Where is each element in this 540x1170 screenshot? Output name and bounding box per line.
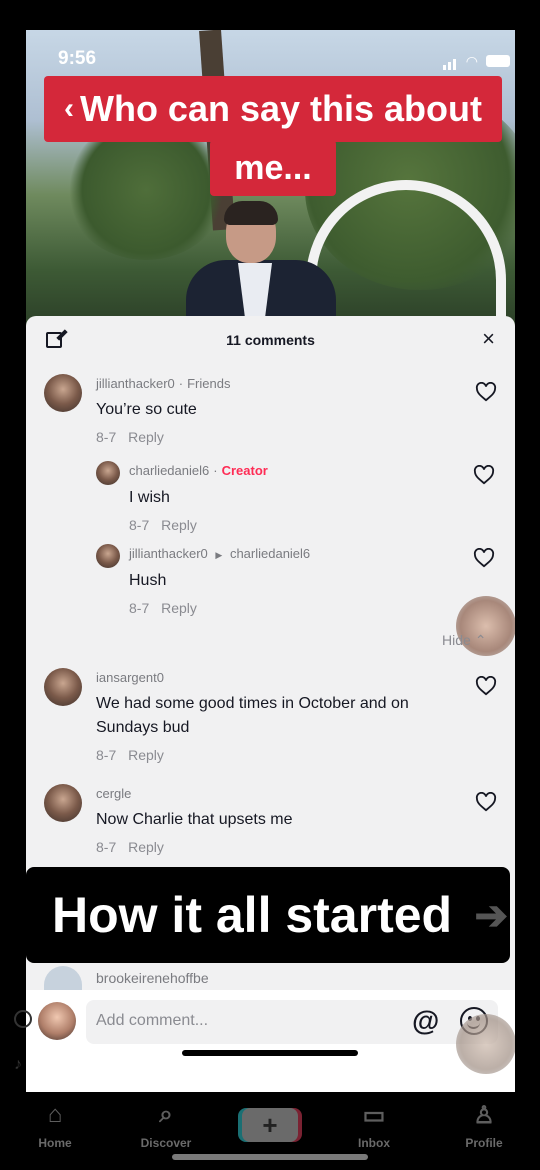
- close-icon[interactable]: ×: [482, 328, 495, 350]
- home-icon: ⌂: [47, 1101, 63, 1128]
- side-circle-icon: [14, 1010, 32, 1028]
- video-caption-line2: me...: [210, 140, 336, 196]
- avatar[interactable]: [96, 461, 120, 485]
- avatar[interactable]: [44, 668, 82, 706]
- search-icon: ⌕: [159, 1101, 173, 1128]
- comment-date: 8-7: [96, 429, 117, 445]
- comment-text: I wish: [129, 489, 170, 506]
- comment-username[interactable]: brookeirenehoffbe: [96, 970, 209, 986]
- video-caption-line1: ‹ Who can say this about: [44, 76, 502, 142]
- avatar[interactable]: [44, 966, 82, 990]
- comment-date: 8-7: [96, 747, 117, 763]
- nav-inbox[interactable]: ▭ Inbox: [334, 1100, 414, 1151]
- comments-sheet: 11 comments × jillianthacker0 · Friends Yo…: [26, 316, 515, 1092]
- bottom-nav: ⌂ Home ⌕ Discover + ▭ Inbox ♙ Profile: [0, 1092, 540, 1170]
- back-chevron-icon[interactable]: ‹: [64, 92, 74, 126]
- wifi-icon: ◠: [465, 52, 478, 69]
- reply-to-username[interactable]: charliedaniel6: [230, 546, 310, 561]
- creator-tag: Creator: [221, 463, 268, 478]
- edit-icon[interactable]: [46, 332, 62, 348]
- reply-button[interactable]: Reply: [161, 600, 197, 616]
- heart-icon[interactable]: [473, 464, 495, 485]
- nav-discover[interactable]: ⌕ Discover: [126, 1100, 206, 1150]
- heart-icon[interactable]: [475, 675, 497, 696]
- comment-text: You’re so cute: [96, 401, 197, 418]
- avatar[interactable]: [44, 374, 82, 412]
- chevron-up-icon: ⌃: [474, 632, 487, 648]
- video-overlay-banner: How it all started ➔: [26, 867, 510, 963]
- comment-username[interactable]: jillianthacker0: [96, 376, 175, 391]
- create-button[interactable]: +: [242, 1108, 298, 1142]
- avatar[interactable]: [44, 784, 82, 822]
- home-indicator: [182, 1050, 358, 1056]
- music-note-icon: ♪: [14, 1056, 22, 1073]
- hide-replies-button[interactable]: Hide ⌃: [442, 632, 486, 649]
- comment-date: 8-7: [96, 839, 117, 855]
- signal-icon: [442, 52, 458, 70]
- battery-icon: [486, 55, 510, 67]
- my-avatar: [38, 1002, 76, 1040]
- inbox-icon: ▭: [362, 1101, 386, 1129]
- floating-avatar[interactable]: [456, 1014, 515, 1074]
- comment-username[interactable]: charliedaniel6: [129, 463, 209, 478]
- comment-date: 8-7: [129, 517, 150, 533]
- nav-home[interactable]: ⌂ Home: [15, 1100, 95, 1150]
- sheet-header: 11 comments ×: [26, 316, 515, 364]
- nav-home-indicator: [172, 1154, 368, 1160]
- nav-profile[interactable]: ♙ Profile: [444, 1100, 524, 1151]
- comment-text: Hush: [129, 572, 167, 589]
- reply-button[interactable]: Reply: [161, 517, 197, 533]
- friends-tag: Friends: [187, 376, 231, 391]
- status-icons: ◠: [442, 52, 510, 70]
- heart-icon[interactable]: [473, 547, 495, 568]
- reply-arrow-icon: ▶: [215, 550, 223, 560]
- status-time: 9:56: [58, 48, 97, 69]
- person-figure: [186, 201, 336, 330]
- heart-icon[interactable]: [475, 791, 497, 812]
- reply-button[interactable]: Reply: [128, 747, 164, 763]
- arrow-right-icon: ➔: [474, 894, 508, 938]
- profile-icon: ♙: [473, 1101, 495, 1129]
- reply-button[interactable]: Reply: [128, 839, 164, 855]
- avatar[interactable]: [96, 544, 120, 568]
- comment-username[interactable]: cergle: [96, 786, 131, 801]
- comment-username[interactable]: jillianthacker0: [129, 546, 208, 561]
- reply-button[interactable]: Reply: [128, 429, 164, 445]
- comment-input-bar: Add comment... @: [26, 990, 515, 1092]
- comment-text: Now Charlie that upsets me: [96, 811, 293, 828]
- comment-date: 8-7: [129, 600, 150, 616]
- heart-icon[interactable]: [475, 381, 497, 402]
- comments-count: 11 comments: [226, 332, 315, 348]
- comment-text: We had some good times in October and on…: [96, 695, 409, 736]
- comment-username[interactable]: iansargent0: [96, 670, 164, 685]
- mention-icon[interactable]: @: [412, 1007, 439, 1035]
